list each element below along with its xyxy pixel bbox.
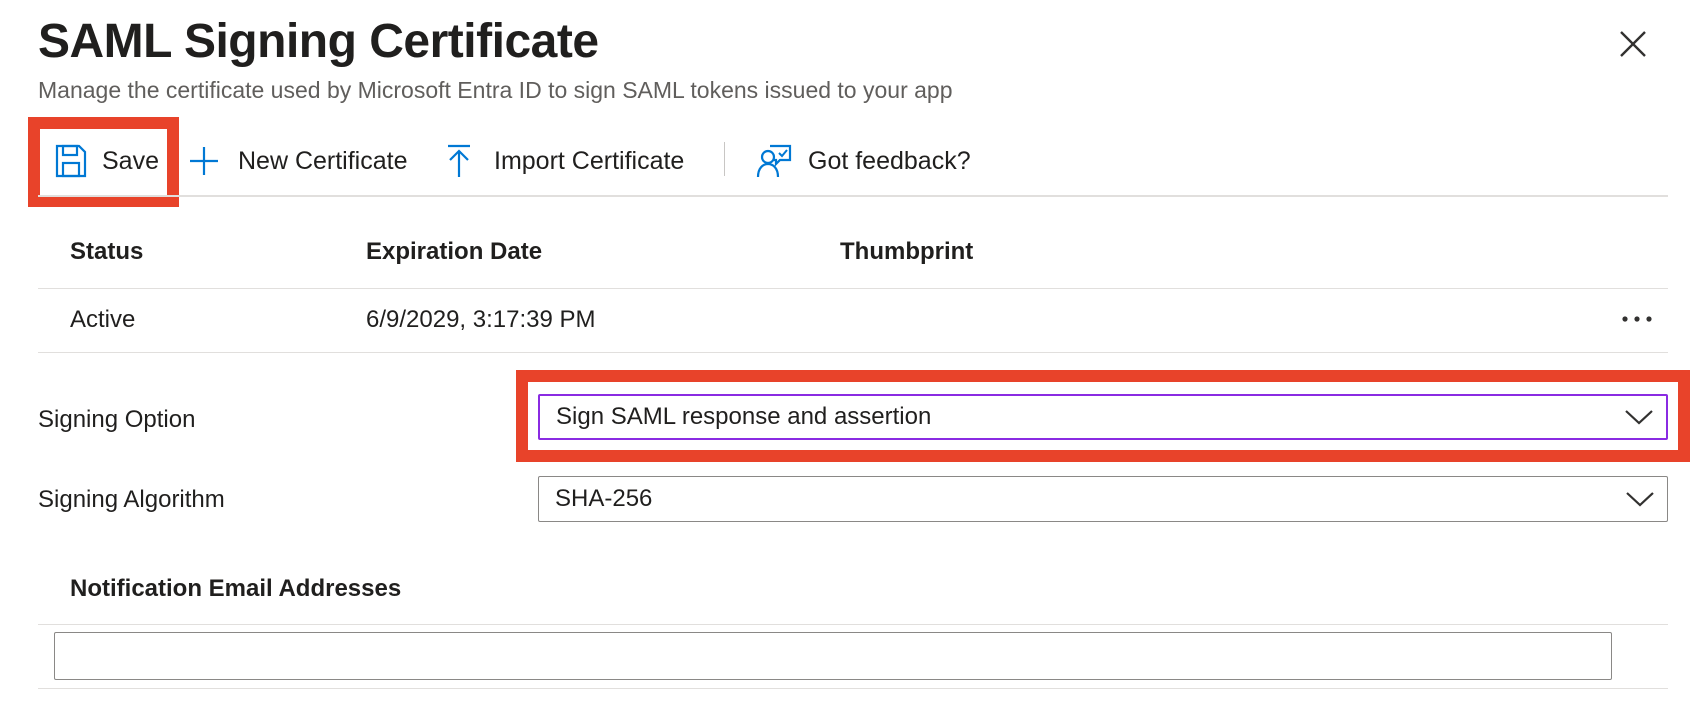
plus-icon: [190, 147, 218, 175]
chevron-down-icon: [1626, 492, 1654, 507]
save-button-label: Save: [102, 146, 159, 175]
certificate-expiration-date: 6/9/2029, 3:17:39 PM: [366, 306, 596, 333]
table-row-divider: [38, 352, 1668, 353]
signing-option-dropdown[interactable]: Sign SAML response and assertion: [538, 394, 1668, 440]
certificate-status: Active: [70, 306, 136, 333]
save-button[interactable]: Save: [54, 138, 159, 184]
row-more-actions-button[interactable]: [1620, 304, 1654, 334]
page-subtitle: Manage the certificate used by Microsoft…: [38, 77, 953, 103]
notification-header-divider: [38, 624, 1668, 625]
save-icon: [55, 144, 87, 178]
toolbar-divider: [724, 142, 725, 176]
upload-icon: [448, 144, 470, 177]
notification-email-heading: Notification Email Addresses: [70, 575, 402, 602]
toolbar-divider-line: [38, 195, 1668, 197]
column-header-thumbprint: Thumbprint: [840, 238, 974, 265]
column-header-status: Status: [70, 238, 144, 265]
close-icon: [1620, 31, 1646, 57]
signing-algorithm-dropdown[interactable]: SHA-256: [538, 476, 1668, 522]
new-certificate-label: New Certificate: [238, 146, 408, 175]
notification-row-divider: [38, 688, 1668, 689]
import-certificate-button[interactable]: Import Certificate: [446, 138, 684, 184]
feedback-icon: [756, 144, 792, 178]
more-icon: [1622, 316, 1652, 322]
import-certificate-label: Import Certificate: [494, 146, 685, 175]
signing-algorithm-value: SHA-256: [555, 485, 653, 512]
column-header-expiration-date: Expiration Date: [366, 238, 543, 265]
table-header-divider: [38, 288, 1668, 289]
new-certificate-button[interactable]: New Certificate: [188, 138, 408, 184]
signing-option-value: Sign SAML response and assertion: [556, 403, 932, 430]
signing-option-label: Signing Option: [38, 406, 196, 433]
notification-email-input[interactable]: [54, 632, 1612, 680]
feedback-label: Got feedback?: [808, 146, 971, 175]
chevron-down-icon: [1625, 410, 1653, 425]
page-title: SAML Signing Certificate: [38, 15, 599, 68]
close-button[interactable]: [1615, 26, 1651, 62]
signing-algorithm-label: Signing Algorithm: [38, 486, 225, 513]
feedback-button[interactable]: Got feedback?: [756, 138, 971, 184]
